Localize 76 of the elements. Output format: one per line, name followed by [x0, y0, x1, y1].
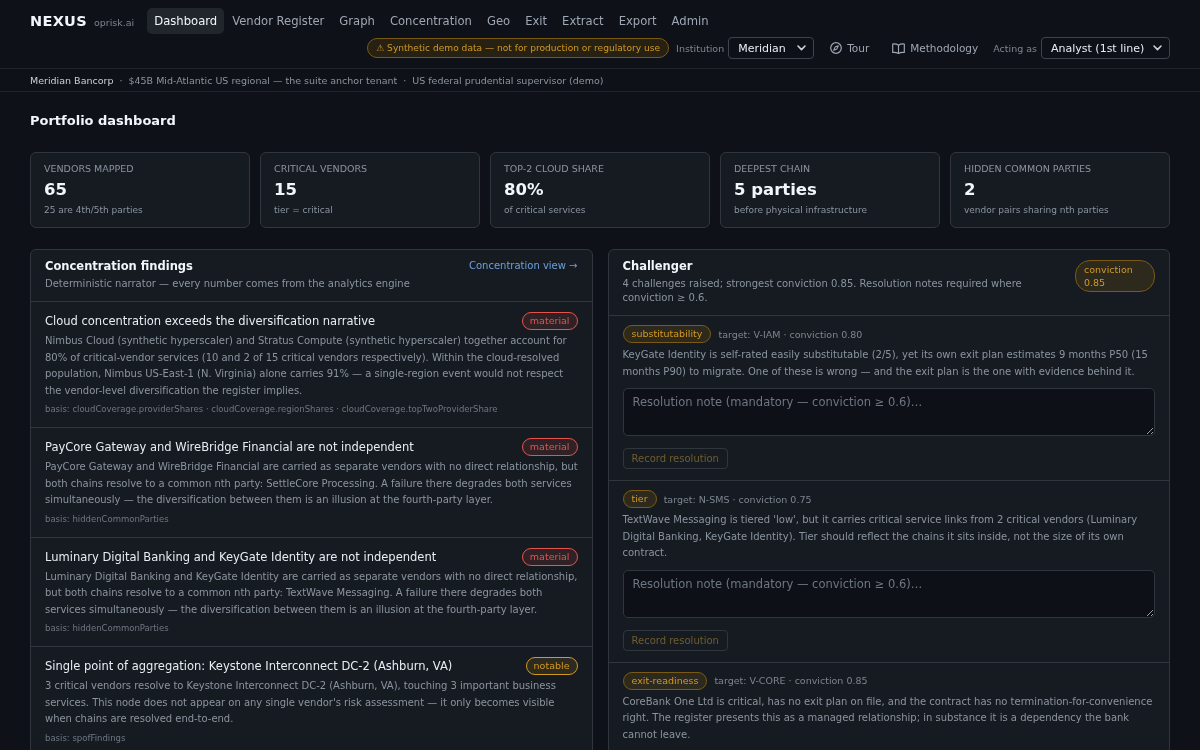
tour-button[interactable]: Tour	[822, 37, 878, 59]
basis-text: basis: hiddenCommonParties	[45, 512, 170, 526]
stat-note: tier = critical	[274, 204, 334, 216]
stat-label: HIDDEN COMMON PARTIES	[964, 163, 1092, 175]
stat-label: DEEPEST CHAIN	[734, 163, 812, 175]
role-select[interactable]: Analyst (1st line)	[1041, 37, 1170, 59]
basis-text: basis: spofFindings	[45, 731, 127, 745]
nav-tab[interactable]: Export	[611, 8, 664, 34]
finding-text: 3 critical vendors resolve to Keystone Interconnect DC-2 (Ashburn, VA), touching 3 important business services. This node does not appear on any single vendor's risk assessment — it only becomes visible when chains are resolved end-to-end.	[45, 679, 557, 726]
stat-note: of critical services	[504, 204, 587, 216]
stat-label: VENDORS MAPPED	[44, 163, 135, 175]
panel-title: Concentration findings	[45, 258, 194, 274]
challenge-meta: target: N-SMS · conviction 0.75	[663, 493, 812, 505]
severity-badge: material	[521, 438, 578, 456]
stat-note: vendor pairs sharing nth parties	[964, 204, 1110, 216]
institution-name: Meridian Bancorp	[30, 74, 114, 86]
challenge-tag: tier	[622, 490, 657, 508]
conviction-badge: conviction 0.85	[1075, 260, 1155, 292]
challenge-meta: target: V-IAM · conviction 0.80	[718, 328, 863, 340]
separator-dot: ·	[403, 74, 407, 86]
panel-title: Challenger	[622, 258, 694, 274]
severity-badge: material	[521, 312, 578, 330]
stat-value: 2	[964, 180, 977, 200]
resolution-note-field[interactable]: Resolution note (mandatory — conviction ≥ 0.6)…	[622, 388, 1155, 436]
finding-text: Luminary Digital Banking and KeyGate Identity are carried as separate vendors with no direct relationship, but both chains resolve to a common nth party: TextWave Messaging. A failure there degrades both services simultaneously — the diversification between them is an illusion at the fourth-party layer.	[45, 569, 579, 617]
challenge-tag: substitutability	[622, 325, 712, 343]
stat-value: 80%	[504, 180, 545, 200]
severity-badge: material	[521, 547, 578, 566]
finding-title: Cloud concentration exceeds the diversification narrative	[45, 313, 376, 329]
stat-note: 25 are 4th/5th parties	[44, 204, 144, 216]
caret-icon	[797, 45, 807, 51]
acting-as-label: Acting as	[993, 42, 1037, 54]
finding-text: PayCore Gateway and WireBridge Financial are carried as separate vendors with no direct relationship, but both chains resolve to a common nth party: SettleCore Processing. A failure there degrades both services simultaneously — the diversification between them is an illusion at the fourth-party layer.	[45, 460, 579, 507]
logo-text: NEXUS	[30, 13, 87, 29]
stat-value: 5 parties	[734, 180, 818, 200]
panel-subtitle: Deterministic narrator — every number comes from the analytics engine	[45, 277, 410, 291]
nav-tab[interactable]: Extract	[555, 8, 611, 34]
stat-value: 65	[44, 180, 68, 200]
stat-note: before physical infrastructure	[734, 204, 868, 216]
finding-text: Nimbus Cloud (synthetic hyperscaler) and Stratus Compute (synthetic hyperscaler) together account for 80% of critical-vendor services (10 and 2 of 15 critical vendors respectively). Within the cloud-resolved population, Nimbus US-East-1 (N. Virginia) alone carries 91% — a single-region event would not respect the vendor-level diversification the register implies.	[45, 334, 568, 398]
finding-title: Luminary Digital Banking and KeyGate Identity are not independent	[45, 548, 437, 565]
concentration-view-link[interactable]: Concentration view →	[469, 258, 578, 274]
nav-tab[interactable]: Graph	[332, 8, 382, 34]
compass-icon	[830, 42, 843, 54]
institution-label: Institution	[676, 42, 725, 54]
challenge-meta: target: V-CORE · conviction 0.85	[714, 675, 868, 686]
stat-label: TOP-2 CLOUD SHARE	[504, 163, 605, 175]
basis-text: basis: cloudCoverage.providerShares · cloudCoverage.regionShares · cloudCoverage.topTwoProviderShare	[45, 403, 499, 416]
caret-icon	[1153, 45, 1162, 51]
stat-label: CRITICAL VENDORS	[274, 163, 369, 175]
challenge-tag: exit-readiness	[622, 671, 708, 690]
nav-tab[interactable]: Admin	[664, 8, 716, 34]
challenge-text: CoreBank One Ltd is critical, has no exit plan on file, and the contract has no termination-for-convenience right. The register presents this as a managed relationship; in substance it is a dependency the bank cannot leave.	[622, 694, 1154, 742]
context-detail: $45B Mid-Atlantic US regional — the suite anchor tenant	[128, 74, 398, 86]
institution-select[interactable]: Meridian	[728, 37, 815, 59]
separator-dot: ·	[119, 74, 123, 86]
nav-tab[interactable]: Dashboard	[147, 8, 225, 34]
demo-data-banner: ⚠ Synthetic demo data — not for production or regulatory use	[367, 38, 670, 58]
book-icon	[892, 42, 906, 54]
stat-value: 15	[274, 180, 298, 200]
nav-tab[interactable]: Vendor Register	[225, 8, 332, 34]
panel-subtitle: 4 challenges raised; strongest conviction 0.85. Resolution notes required where conviction ≥ 0.6.	[622, 277, 1023, 305]
finding-title: PayCore Gateway and WireBridge Financial are not independent	[45, 439, 414, 455]
severity-badge: notable	[525, 657, 578, 675]
challenge-text: KeyGate Identity is self-rated easily substitutable (2/5), yet its own exit plan estimates 9 months P50 (15 months P90) to migrate. One of these is wrong — and the exit plan is the one with evidence behind it.	[622, 348, 1149, 379]
methodology-button[interactable]: Methodology	[884, 37, 987, 59]
nav-tab[interactable]: Geo	[479, 8, 518, 34]
context-detail: US federal prudential supervisor (demo)	[412, 74, 604, 86]
basis-text: basis: hiddenCommonParties	[45, 622, 170, 635]
challenge-text: TextWave Messaging is tiered 'low', but it carries critical service links from 2 critical vendors (Luminary Digital Banking, KeyGate Identity). Tier should reflect the chains it sits inside, not the size of its own contract.	[622, 513, 1139, 560]
domain-text: oprisk.ai	[93, 17, 135, 28]
nav-tab[interactable]: Concentration	[382, 8, 479, 34]
resolution-note-field[interactable]: Resolution note (mandatory — conviction ≥ 0.6)…	[622, 569, 1155, 618]
nav-tab[interactable]: Exit	[518, 8, 555, 34]
finding-title: Single point of aggregation: Keystone Interconnect DC-2 (Ashburn, VA)	[45, 658, 453, 674]
page-title: Portfolio dashboard	[30, 112, 176, 130]
